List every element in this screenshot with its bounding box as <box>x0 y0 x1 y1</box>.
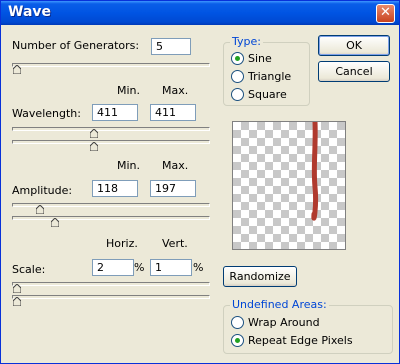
wavelength-min-input[interactable]: 411 <box>92 104 138 121</box>
generators-slider-thumb[interactable] <box>13 65 21 74</box>
undefined-areas-title: Undefined Areas: <box>230 298 329 311</box>
amplitude-label: Amplitude: <box>12 184 73 197</box>
scale-vert-input[interactable]: 1 <box>150 259 192 276</box>
amplitude-max-input[interactable]: 197 <box>150 180 196 197</box>
radio-selected-dot <box>235 56 240 61</box>
wavelength-max-header: Max. <box>162 84 189 97</box>
type-group: Type: Sine Triangle Square <box>223 35 310 106</box>
scale-vert-slider-track[interactable] <box>12 295 210 299</box>
randomize-button[interactable]: Randomize <box>223 266 297 287</box>
radio-circle <box>231 316 244 329</box>
scale-horiz-input[interactable]: 2 <box>92 259 134 276</box>
scale-vert-header: Vert. <box>162 237 188 250</box>
wrap-around-label: Wrap Around <box>248 316 320 329</box>
radio-circle <box>231 52 244 65</box>
title-bar: Wave ✕ <box>1 1 399 25</box>
wavelength-max-input[interactable]: 411 <box>150 104 196 121</box>
amplitude-max-header: Max. <box>162 159 189 172</box>
amplitude-min-slider-thumb[interactable] <box>35 205 44 214</box>
close-icon: ✕ <box>380 5 391 20</box>
type-group-title: Type: <box>230 35 263 48</box>
amplitude-min-input[interactable]: 118 <box>92 180 138 197</box>
generators-input[interactable]: 5 <box>151 38 191 55</box>
wavelength-max-slider-thumb[interactable] <box>90 142 99 151</box>
generators-slider-track[interactable] <box>12 63 210 67</box>
generators-label: Number of Generators: <box>12 39 140 52</box>
close-button[interactable]: ✕ <box>376 4 395 23</box>
type-square-label: Square <box>248 88 287 101</box>
scale-vert-slider-thumb[interactable] <box>13 297 21 306</box>
wavelength-min-slider-thumb[interactable] <box>90 129 99 138</box>
wavelength-max-slider-track[interactable] <box>12 140 210 144</box>
wave-preview-stroke <box>311 119 319 221</box>
scale-vert-unit: % <box>193 261 204 274</box>
wavelength-min-header: Min. <box>117 84 141 97</box>
radio-selected-dot <box>235 338 240 343</box>
scale-horiz-slider-thumb[interactable] <box>13 284 21 293</box>
scale-horiz-header: Horiz. <box>106 237 138 250</box>
ok-button[interactable]: OK <box>318 35 390 56</box>
amplitude-max-slider-track[interactable] <box>12 216 210 220</box>
wavelength-min-slider-track[interactable] <box>12 127 210 131</box>
scale-label: Scale: <box>12 263 46 276</box>
scale-horiz-unit: % <box>134 261 145 274</box>
cancel-button[interactable]: Cancel <box>318 61 390 82</box>
radio-circle <box>231 88 244 101</box>
window-title: Wave <box>8 4 52 20</box>
repeat-edge-pixels-label: Repeat Edge Pixels <box>248 334 353 347</box>
amplitude-max-slider-thumb[interactable] <box>50 218 59 227</box>
radio-circle <box>231 334 244 347</box>
amplitude-min-header: Min. <box>117 159 141 172</box>
preview-pane <box>232 119 346 250</box>
type-triangle-label: Triangle <box>248 70 292 83</box>
wave-dialog: Wave ✕ Number of Generators: 5 Min. Max.… <box>0 0 400 364</box>
scale-horiz-slider-track[interactable] <box>12 282 210 286</box>
type-sine-label: Sine <box>248 52 272 65</box>
wavelength-label: Wavelength: <box>12 107 81 120</box>
radio-circle <box>231 70 244 83</box>
undefined-areas-group: Undefined Areas: Wrap Around Repeat Edge… <box>223 298 393 354</box>
